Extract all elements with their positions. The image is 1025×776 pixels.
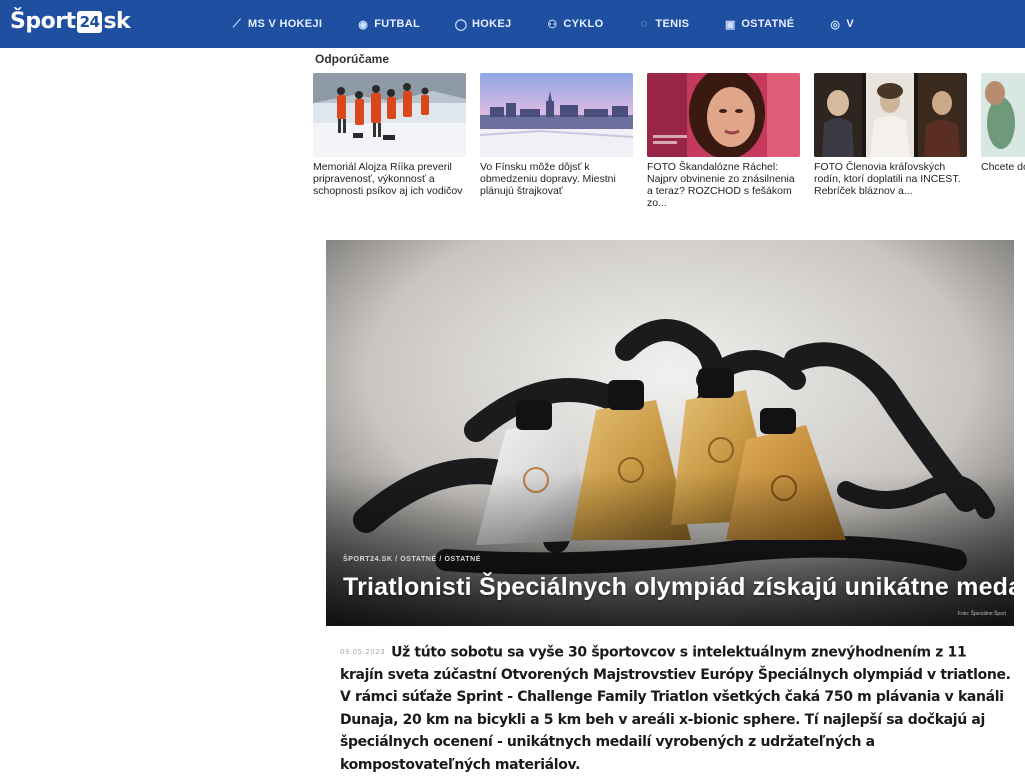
logo-prefix: Šport	[10, 9, 76, 34]
recommended-card[interactable]: Memoriál Alojza Rííka preveril pripraven…	[313, 73, 466, 235]
recommended-thumbnail	[313, 73, 466, 157]
recommended-card[interactable]: Chcete do strav pôjde to	[981, 73, 1025, 235]
site-logo[interactable]: Šport 24 sk	[10, 9, 131, 34]
nav-label: V	[846, 18, 854, 30]
nav-label: CYKLO	[563, 18, 604, 30]
hero-breadcrumb[interactable]: ŠPORT24.SK / OSTATNÉ / OSTATNÉ	[343, 556, 481, 563]
logo-suffix: sk	[103, 9, 131, 34]
bicycle-icon: ⚇	[547, 18, 558, 31]
recommended-card[interactable]: Vo Fínsku môže dôjsť k obmedzeniu doprav…	[480, 73, 633, 235]
nav-item-hokej[interactable]: ◯ HOKEJ	[454, 18, 511, 31]
other-sports-icon: ▣	[724, 18, 736, 31]
nav-label: TENIS	[655, 18, 690, 30]
hero-image	[326, 240, 1014, 626]
recommended-title: FOTO Škandalózne Ráchel: Najprv obvineni…	[647, 161, 795, 209]
recommended-thumbnail	[480, 73, 633, 157]
recommended-thumbnail	[814, 73, 967, 157]
nav-label: MS V HOKEJI	[248, 18, 323, 30]
nav-item-cyklo[interactable]: ⚇ CYKLO	[545, 18, 603, 31]
recommended-card[interactable]: FOTO Členovia kráľovských rodín, ktorí d…	[814, 73, 967, 235]
article-lead: 09.05.2023 Už túto sobotu sa vyše 30 špor…	[340, 641, 1012, 776]
nav-item-tenis[interactable]: ◌ TENIS	[637, 18, 689, 30]
recommended-thumbnail	[981, 73, 1025, 157]
recommended-title: Vo Fínsku môže dôjsť k obmedzeniu doprav…	[480, 161, 616, 197]
nav-item-ostatne[interactable]: ▣ OSTATNÉ	[723, 18, 794, 31]
puck-icon: ◯	[454, 18, 468, 31]
hero-title[interactable]: Triatlonisti Špeciálnych olympiád získaj…	[343, 573, 1014, 602]
article-date: 09.05.2023	[340, 648, 386, 656]
recommended-heading: Odporúčame	[315, 52, 390, 66]
hero-article[interactable]: ŠPORT24.SK / OSTATNÉ / OSTATNÉ Triatloni…	[326, 240, 1014, 626]
recommended-carousel: Memoriál Alojza Rííka preveril pripraven…	[313, 73, 1025, 235]
article-lead-text: Už túto sobotu sa vyše 30 športovcov s i…	[340, 644, 1011, 773]
nav-item-futbal[interactable]: ◉ FUTBAL	[356, 18, 420, 31]
nav-item-more[interactable]: ◎ V	[828, 18, 854, 31]
tennis-icon: ◌	[641, 18, 648, 30]
recommended-title: Memoriál Alojza Rííka preveril pripraven…	[313, 161, 463, 197]
hockey-icon: ⟋	[233, 17, 241, 30]
recommended-title: Chcete do strav pôjde to	[981, 161, 1025, 173]
football-icon: ◉	[358, 18, 369, 31]
recommended-thumbnail	[647, 73, 800, 157]
top-navigation-bar: Šport 24 sk ⟋ MS V HOKEJI ◉ FUTBAL ◯ HOK…	[0, 0, 1025, 48]
photo-credit: Foto: Špeciálne Šport	[957, 611, 1006, 617]
nav-label: OSTATNÉ	[741, 18, 795, 30]
nav-item-ms-v-hokeji[interactable]: ⟋ MS V HOKEJI	[230, 18, 322, 31]
nav-label: HOKEJ	[472, 18, 512, 30]
more-icon: ◎	[830, 18, 841, 31]
logo-badge: 24	[76, 10, 103, 33]
main-nav: ⟋ MS V HOKEJI ◉ FUTBAL ◯ HOKEJ ⚇ CYKLO ◌…	[230, 0, 888, 48]
nav-label: FUTBAL	[374, 18, 421, 30]
recommended-title: FOTO Členovia kráľovských rodín, ktorí d…	[814, 161, 961, 197]
recommended-card[interactable]: FOTO Škandalózne Ráchel: Najprv obvineni…	[647, 73, 800, 235]
